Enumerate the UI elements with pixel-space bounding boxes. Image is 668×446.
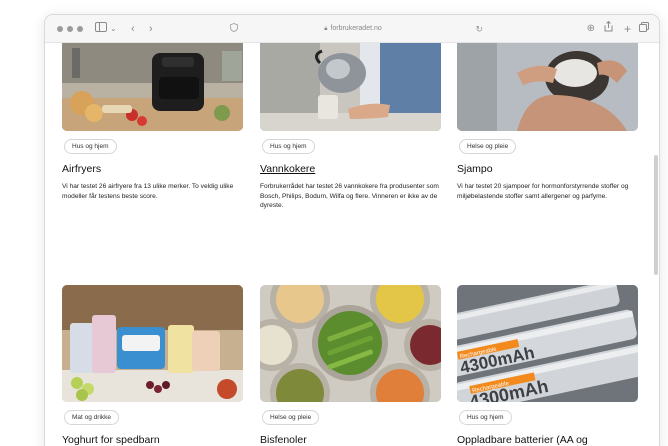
url-text: forbrukeradet.no <box>330 25 382 32</box>
minimize-window-button[interactable] <box>67 26 73 32</box>
category-badge[interactable]: Hus og hjem <box>262 139 315 154</box>
airfryer-photo <box>62 43 243 131</box>
back-arrow-icon[interactable]: ‹ <box>131 21 135 37</box>
canned-food-photo <box>260 285 441 402</box>
batteries-photo: Rechargeable 4300mAh Rechargeable 4300mA… <box>457 285 638 402</box>
card-description: Forbrukerrådet har testet 26 vannkokere … <box>260 183 439 210</box>
card-description: Vi har testet 20 sjampoer for hormonfors… <box>457 183 629 200</box>
browser-toolbar: ⌄ ‹ › 🔒︎ forbrukeradet.no ↻ ⊕ + <box>45 15 659 43</box>
lock-icon: 🔒︎ <box>324 26 328 32</box>
kettle-photo <box>260 43 441 131</box>
chevron-down-icon[interactable]: ⌄ <box>110 21 117 37</box>
product-card-yoghurt[interactable]: Mat og drikke Yoghurt for spedbarn <box>62 285 243 446</box>
zoom-window-button[interactable] <box>77 26 83 32</box>
yoghurt-photo <box>62 285 243 402</box>
card-title[interactable]: Sjampo <box>457 163 638 175</box>
card-title[interactable]: Bisfenoler <box>260 434 441 446</box>
card-title[interactable]: Oppladbare batterier (AA og <box>457 434 638 446</box>
new-tab-icon[interactable]: + <box>624 21 631 37</box>
category-badge[interactable]: Mat og drikke <box>64 410 120 425</box>
card-title[interactable]: Vannkokere <box>260 163 441 175</box>
browser-window: ⌄ ‹ › 🔒︎ forbrukeradet.no ↻ ⊕ + Hus og h… <box>44 14 660 446</box>
vertical-scrollbar[interactable] <box>654 155 658 275</box>
category-badge[interactable]: Hus og hjem <box>64 139 117 154</box>
product-card-airfryers[interactable]: Hus og hjem Airfryers Vi har testet 26 a… <box>62 43 243 201</box>
product-card-vannkokere[interactable]: Hus og hjem Vannkokere Forbrukerrådet ha… <box>260 43 441 211</box>
shampoo-photo <box>457 43 638 131</box>
card-description: Vi har testet 26 airfryere fra 13 ulike … <box>62 183 234 200</box>
forward-arrow-icon[interactable]: › <box>149 21 153 37</box>
category-badge[interactable]: Helse og pleie <box>262 410 320 425</box>
category-badge[interactable]: Hus og hjem <box>459 410 512 425</box>
product-card-bisfenoler[interactable]: Helse og pleie Bisfenoler <box>260 285 441 446</box>
share-icon[interactable] <box>604 20 613 37</box>
card-title[interactable]: Yoghurt for spedbarn <box>62 434 243 446</box>
address-bar[interactable]: 🔒︎ forbrukeradet.no <box>235 21 471 37</box>
category-badge[interactable]: Helse og pleie <box>459 139 517 154</box>
product-card-batterier[interactable]: Rechargeable 4300mAh Rechargeable 4300mA… <box>457 285 638 446</box>
close-window-button[interactable] <box>57 26 63 32</box>
sidebar-toggle-icon[interactable] <box>95 21 107 37</box>
download-icon[interactable]: ⊕ <box>587 21 595 37</box>
card-title[interactable]: Airfryers <box>62 163 243 175</box>
page-content: Hus og hjem Airfryers Vi har testet 26 a… <box>45 43 659 446</box>
tab-overview-icon[interactable] <box>639 21 649 37</box>
reload-icon[interactable]: ↻ <box>475 21 483 37</box>
product-card-sjampo[interactable]: Helse og pleie Sjampo Vi har testet 20 s… <box>457 43 638 201</box>
